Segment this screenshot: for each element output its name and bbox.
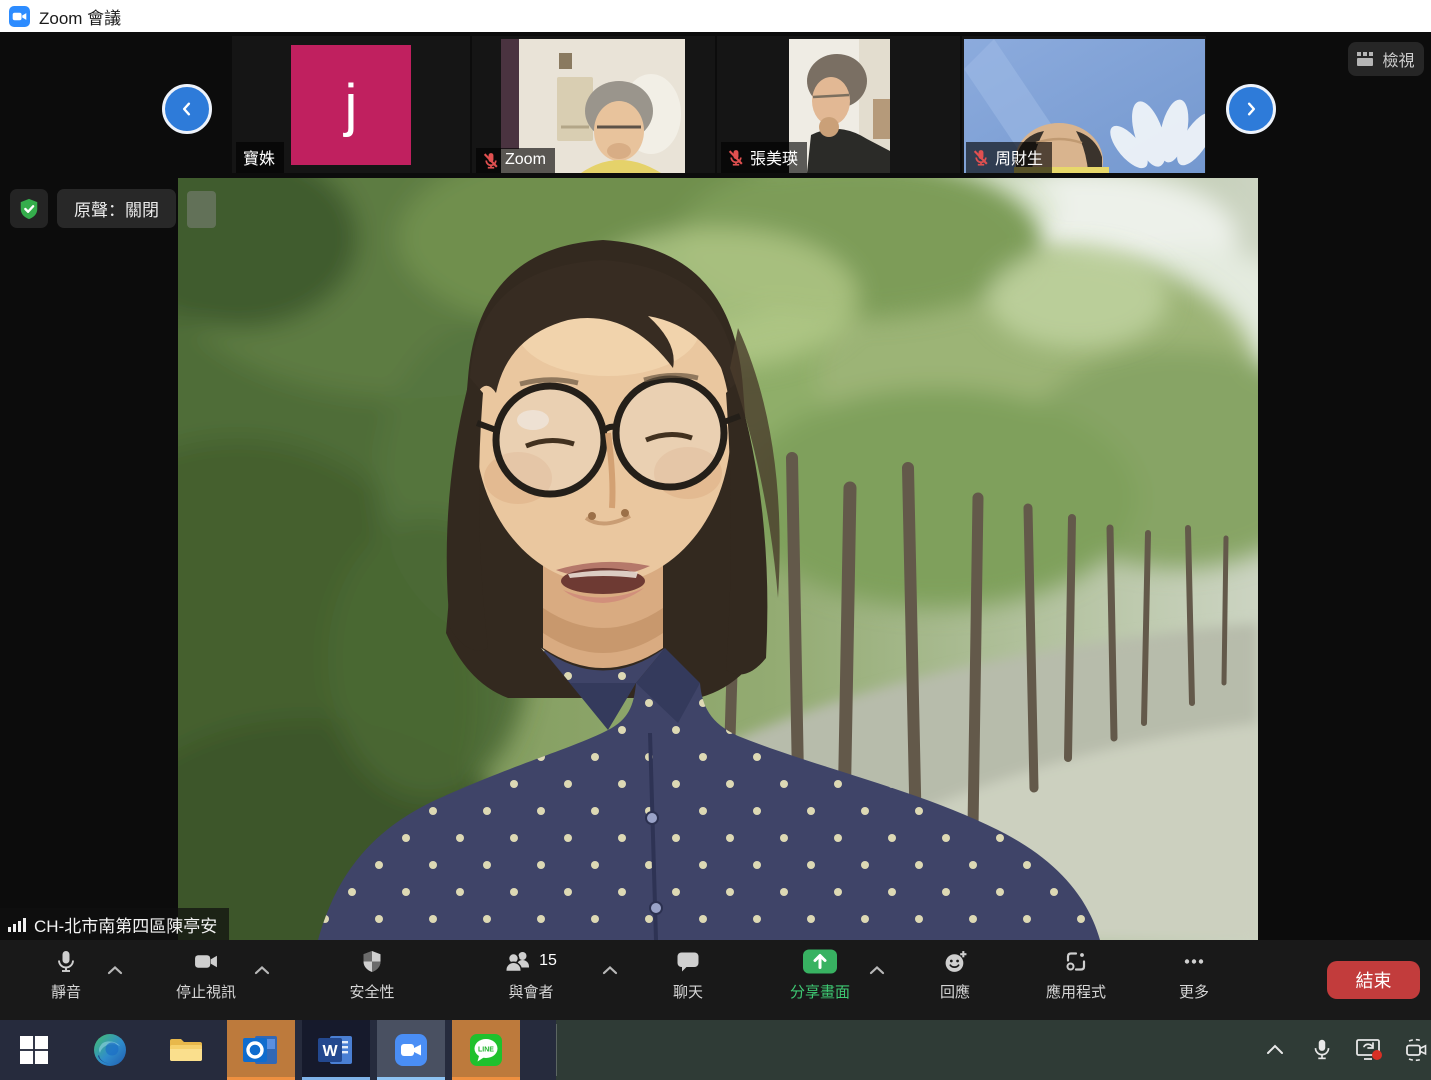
window-title-bar: Zoom 會議 (0, 0, 1431, 32)
panel-handle[interactable] (187, 191, 216, 228)
participant-name-badge: Zoom (476, 148, 555, 173)
taskbar-line[interactable]: LINE (452, 1020, 520, 1080)
edge-icon (93, 1033, 127, 1067)
participants-icon (505, 949, 533, 974)
original-sound-label: 原聲：關閉 (74, 196, 159, 221)
audio-options-caret[interactable] (107, 962, 123, 972)
muted-mic-icon (483, 152, 499, 169)
participant-name-badge: 周財生 (966, 142, 1052, 173)
zoom-taskbar-icon (394, 1033, 428, 1067)
more-button[interactable]: 更多 (1134, 948, 1254, 1002)
security-button[interactable]: 安全性 (312, 948, 432, 1002)
view-grid-icon (1357, 52, 1375, 66)
main-video-illustration (178, 178, 1258, 940)
tray-microphone-icon[interactable] (1306, 1034, 1338, 1066)
shield-check-icon (18, 197, 40, 221)
taskbar-right-background (556, 1020, 1431, 1080)
line-icon: LINE (469, 1033, 503, 1067)
filmstrip-prev-button[interactable] (162, 84, 212, 134)
participant-tile-baoshu[interactable]: j 寶姝 (232, 36, 470, 173)
filmstrip-next-button[interactable] (1226, 84, 1276, 134)
tray-chevron-up-icon[interactable] (1259, 1034, 1291, 1066)
participant-name-badge: 張美瑛 (721, 142, 807, 173)
windows-logo-icon (20, 1036, 48, 1064)
word-glyph: W (322, 1043, 338, 1060)
chat-bubble-icon (676, 949, 700, 974)
taskbar-word[interactable]: W (302, 1020, 370, 1080)
chevron-right-icon (1240, 98, 1262, 120)
participant-tile-zhangmeiying[interactable]: 張美瑛 (717, 36, 960, 173)
more-dots-icon (1182, 949, 1206, 974)
tray-screen-sync-icon[interactable] (1353, 1034, 1385, 1066)
windows-taskbar: W LINE (0, 1020, 1431, 1080)
end-meeting-button[interactable]: 結束 (1327, 961, 1420, 999)
apps-label: 應用程式 (1046, 981, 1106, 1002)
participant-name: 周財生 (995, 145, 1043, 169)
security-label: 安全性 (349, 981, 394, 1002)
taskbar-divider (556, 1024, 557, 1076)
active-speaker-video (178, 178, 1258, 940)
end-meeting-label: 結束 (1356, 967, 1392, 993)
line-glyph: LINE (478, 1047, 494, 1054)
mute-button[interactable]: 靜音 (6, 948, 126, 1002)
file-explorer-icon (168, 1035, 204, 1065)
word-icon: W (318, 1034, 354, 1066)
meeting-toolbar: 靜音 停止視訊 安全性 (0, 940, 1431, 1020)
tray-camera-icon[interactable] (1400, 1034, 1431, 1066)
participant-name: Zoom (505, 151, 546, 169)
zoom-app-icon (9, 6, 30, 27)
mute-label: 靜音 (51, 981, 81, 1002)
participants-button[interactable]: 15 與會者 (471, 948, 591, 1002)
active-speaker-name: CH-北市南第四區陳亭安 (34, 912, 217, 937)
reactions-button[interactable]: 回應 (895, 948, 1015, 1002)
share-screen-icon (802, 948, 838, 975)
participants-label: 與會者 (508, 981, 553, 1002)
participants-count: 15 (539, 952, 557, 970)
participant-name: 張美瑛 (750, 145, 798, 169)
muted-mic-icon (728, 149, 744, 166)
security-shield-icon (360, 949, 384, 974)
more-label: 更多 (1179, 981, 1209, 1002)
video-options-caret[interactable] (254, 962, 270, 972)
start-button[interactable] (0, 1020, 68, 1080)
share-options-caret[interactable] (869, 962, 885, 972)
security-status-button[interactable] (10, 189, 48, 228)
original-sound-badge: 原聲：關閉 (57, 189, 176, 228)
active-speaker-name-badge: CH-北市南第四區陳亭安 (0, 908, 229, 940)
taskbar-file-explorer[interactable] (152, 1020, 220, 1080)
taskbar-edge[interactable] (76, 1020, 144, 1080)
apps-button[interactable]: 應用程式 (1016, 948, 1136, 1002)
avatar: j (291, 45, 411, 165)
stop-video-label: 停止視訊 (176, 981, 236, 1002)
stop-video-button[interactable]: 停止視訊 (146, 948, 266, 1002)
participant-name: 寶姝 (243, 145, 275, 169)
view-button[interactable]: 檢視 (1348, 42, 1424, 76)
taskbar-zoom[interactable] (377, 1020, 445, 1080)
reactions-label: 回應 (940, 981, 970, 1002)
outlook-icon (243, 1034, 279, 1066)
apps-icon (1064, 949, 1088, 974)
chat-button[interactable]: 聊天 (628, 948, 748, 1002)
reactions-icon (943, 949, 968, 974)
chat-label: 聊天 (673, 981, 703, 1002)
chevron-left-icon (176, 98, 198, 120)
avatar-letter: j (345, 72, 358, 139)
participant-tile-zhoucaisheng[interactable]: 周財生 (962, 36, 1206, 173)
window-title: Zoom 會議 (39, 4, 121, 29)
participant-name-badge: 寶姝 (236, 142, 284, 173)
signal-bars-icon (8, 916, 26, 933)
share-screen-label: 分享畫面 (790, 981, 850, 1002)
video-camera-icon (193, 949, 219, 974)
zoom-meeting-window: Zoom 會議 (0, 0, 1431, 1080)
participants-options-caret[interactable] (602, 962, 618, 972)
muted-mic-icon (973, 149, 989, 166)
view-label: 檢視 (1382, 47, 1414, 71)
participant-tile-zoom[interactable]: Zoom (472, 36, 715, 173)
taskbar-outlook[interactable] (227, 1020, 295, 1080)
share-screen-button[interactable]: 分享畫面 (760, 948, 880, 1002)
microphone-icon (54, 949, 78, 974)
